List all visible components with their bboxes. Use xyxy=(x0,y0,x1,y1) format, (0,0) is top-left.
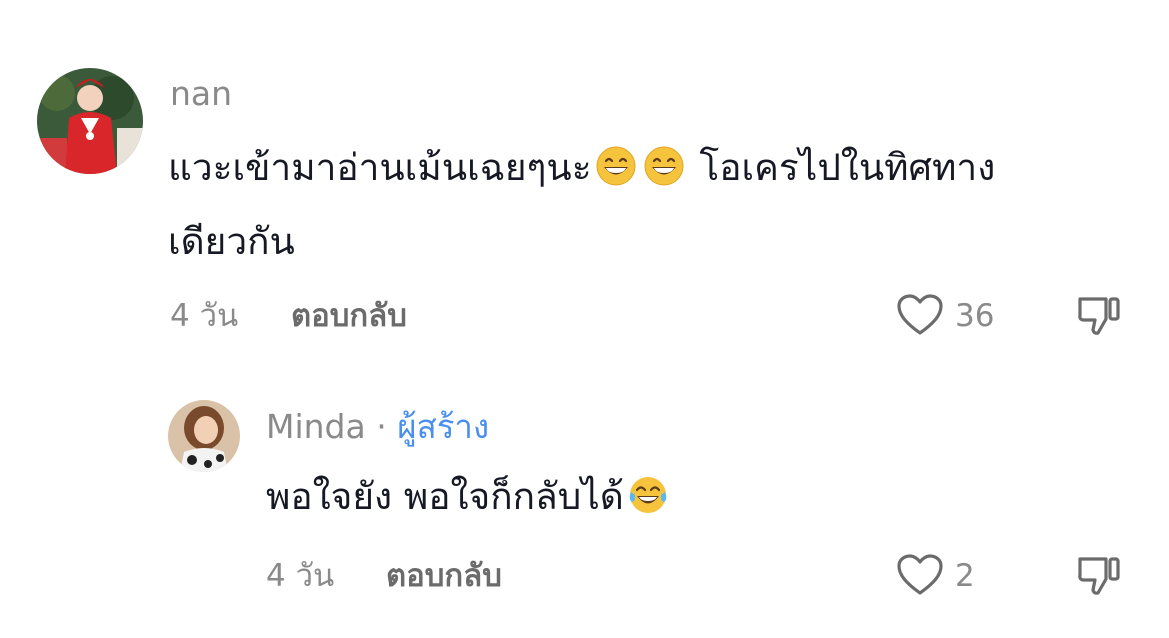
avatar[interactable] xyxy=(37,68,143,174)
reply-item: Minda · ผู้สร้าง พอใจยัง พอใจก็กลับได้ 4… xyxy=(0,360,1169,638)
avatar[interactable] xyxy=(168,400,240,472)
heart-icon[interactable] xyxy=(896,553,944,597)
creator-badge: ผู้สร้าง xyxy=(397,407,490,446)
comment-text-part: แวะเข้ามาอ่านเม้นเฉยๆนะ xyxy=(168,146,592,189)
avatar-image xyxy=(168,400,240,472)
comment-text: พอใจยัง พอใจก็กลับได้ xyxy=(266,458,672,536)
thumbs-down-icon[interactable] xyxy=(1076,553,1122,597)
separator-dot: · xyxy=(376,407,387,446)
avatar-image xyxy=(37,68,143,174)
comment-text-line2: เดียวกัน xyxy=(168,220,295,263)
username[interactable]: Minda xyxy=(266,407,366,446)
reply-button[interactable]: ตอบกลับ xyxy=(386,556,502,596)
comment-text-part: พอใจยัง พอใจก็กลับได้ xyxy=(266,475,624,518)
heart-icon[interactable] xyxy=(896,293,944,337)
comment-text: แวะเข้ามาอ่านเม้นเฉยๆนะ โอเครไปในทิศทาง xyxy=(168,129,995,207)
thumbs-down-icon[interactable] xyxy=(1076,293,1122,337)
tears-of-joy-icon xyxy=(629,477,667,513)
comment-text-part: โอเครไปในทิศทาง xyxy=(699,146,996,189)
comment-item: nan แวะเข้ามาอ่านเม้นเฉยๆนะ โอเครไปในทิศ… xyxy=(0,0,1169,360)
reply-button[interactable]: ตอบกลับ xyxy=(291,296,407,336)
like-count: 2 xyxy=(955,558,975,594)
like-count: 36 xyxy=(955,298,995,334)
username-row: Minda · ผู้สร้าง xyxy=(266,407,489,447)
grinning-face-icon xyxy=(644,146,684,186)
comment-time: 4 วัน xyxy=(170,298,239,334)
username[interactable]: nan xyxy=(170,74,232,114)
grinning-face-icon xyxy=(596,146,636,186)
comment-time: 4 วัน xyxy=(266,558,335,594)
